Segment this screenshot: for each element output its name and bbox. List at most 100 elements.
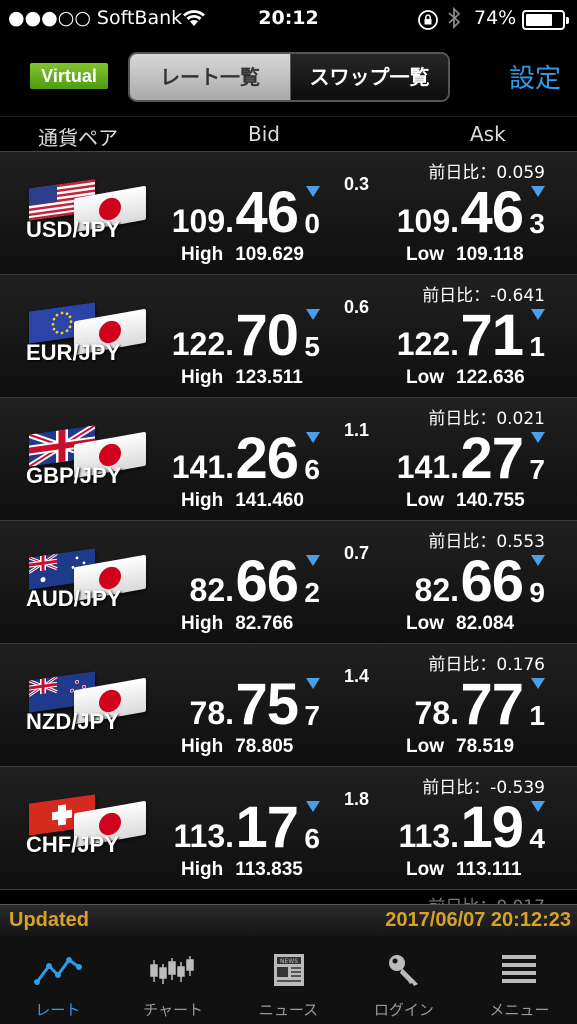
low-label: Low bbox=[406, 736, 444, 757]
rate-row[interactable]: CHF/JPY 1.8 前日比：-0.539 113. 17 6 113. 19 4 High 11… bbox=[0, 767, 577, 890]
low-label: Low bbox=[406, 490, 444, 511]
high-label: High bbox=[181, 367, 224, 388]
tab-chart[interactable]: チャート bbox=[115, 936, 230, 1024]
tab-menu[interactable]: メニュー bbox=[462, 936, 577, 1024]
bid-price-prefix: 109. bbox=[171, 203, 234, 239]
spread-value: 1.4 bbox=[344, 666, 370, 686]
down-arrow-icon bbox=[531, 309, 545, 320]
bid-price[interactable]: 109. 46 0 bbox=[150, 180, 320, 245]
down-arrow-icon bbox=[306, 555, 320, 566]
pair-label: AUD/JPY bbox=[26, 586, 122, 611]
bid-price-last-digit: 5 bbox=[304, 331, 320, 362]
ask-price[interactable]: 113. 19 4 bbox=[375, 795, 545, 860]
pair-label: USD/JPY bbox=[26, 217, 121, 242]
ask-price[interactable]: 82. 66 9 bbox=[375, 549, 545, 614]
ask-price-last-digit: 1 bbox=[529, 700, 545, 731]
spread-value: 0.6 bbox=[344, 297, 370, 317]
bid-price-main: 46 bbox=[235, 180, 299, 245]
ask-price-prefix: 122. bbox=[396, 326, 459, 362]
bid-price-prefix: 82. bbox=[189, 572, 234, 608]
down-arrow-icon bbox=[531, 186, 545, 197]
down-arrow-icon bbox=[306, 678, 320, 689]
rate-row[interactable]: GBP/JPY 1.1 前日比：0.021 141. 26 6 141. 27 7 High 141… bbox=[0, 398, 577, 521]
high-value: High 123.511 bbox=[181, 367, 303, 389]
tab-swap-list[interactable]: スワップ一覧 bbox=[290, 54, 448, 100]
prev-day-change: 前日比：0.017 bbox=[428, 892, 545, 904]
tab-login[interactable]: ログイン bbox=[346, 936, 461, 1024]
tab-chart-label: チャート bbox=[143, 1001, 204, 1019]
bid-price-main: 26 bbox=[235, 426, 299, 491]
pair-label: EUR/JPY bbox=[26, 340, 121, 365]
candlestick-icon bbox=[115, 950, 230, 990]
high-label: High bbox=[181, 736, 224, 757]
high-label: High bbox=[181, 613, 224, 634]
status-bar: ●●●○○ SoftBank 20:12 74% bbox=[0, 0, 577, 40]
ask-price-prefix: 141. bbox=[396, 449, 459, 485]
bid-price[interactable]: 122. 70 5 bbox=[150, 303, 320, 368]
low-number: 82.084 bbox=[456, 613, 515, 634]
bid-price-main: 17 bbox=[235, 795, 299, 860]
bid-price[interactable]: 82. 66 2 bbox=[150, 549, 320, 614]
low-number: 78.519 bbox=[456, 736, 515, 757]
rate-row[interactable]: EUR/JPY 0.6 前日比：-0.641 122. 70 5 122. 71 1 High 12… bbox=[0, 275, 577, 398]
high-number: 123.511 bbox=[235, 367, 303, 388]
rate-row[interactable]: AUD/JPY 0.7 前日比：0.553 82. 66 2 82. 66 9 High 82.76… bbox=[0, 521, 577, 644]
ask-price-prefix: 82. bbox=[414, 572, 459, 608]
bid-price-main: 70 bbox=[235, 303, 299, 368]
bid-price-last-digit: 2 bbox=[304, 577, 320, 608]
bid-price-prefix: 113. bbox=[173, 818, 234, 854]
ask-price-main: 66 bbox=[460, 549, 524, 614]
column-bid: Bid bbox=[248, 122, 280, 146]
rate-row[interactable]: USD/JPY 0.3 前日比：0.059 109. 46 0 109. 46 3 High 109… bbox=[0, 152, 577, 275]
spread-value: 1.8 bbox=[344, 789, 370, 809]
ask-price[interactable]: 109. 46 3 bbox=[375, 180, 545, 245]
ask-price-prefix: 78. bbox=[414, 695, 459, 731]
bid-price[interactable]: 141. 26 6 bbox=[150, 426, 320, 491]
low-label: Low bbox=[406, 859, 444, 880]
low-value: Low 140.755 bbox=[406, 490, 525, 512]
tab-login-label: ログイン bbox=[373, 1001, 434, 1019]
down-arrow-icon bbox=[531, 432, 545, 443]
low-number: 140.755 bbox=[456, 490, 525, 511]
high-label: High bbox=[181, 859, 224, 880]
high-number: 78.805 bbox=[235, 736, 294, 757]
rate-row[interactable]: NZD/JPY 1.4 前日比：0.176 78. 75 7 78. 77 1 High 78.80… bbox=[0, 644, 577, 767]
bid-price-prefix: 141. bbox=[171, 449, 234, 485]
ask-price-last-digit: 4 bbox=[529, 823, 545, 854]
tab-news[interactable]: NEWS ニュース bbox=[231, 936, 346, 1024]
low-number: 113.111 bbox=[456, 859, 522, 880]
low-label: Low bbox=[406, 244, 444, 265]
battery-fill bbox=[526, 14, 552, 26]
partial-rate-row[interactable]: 前日比：0.017 bbox=[0, 890, 577, 904]
news-icon: NEWS bbox=[231, 950, 346, 990]
nav-header: Virtual レート一覧 スワップ一覧 設定 bbox=[0, 40, 577, 116]
ask-price[interactable]: 122. 71 1 bbox=[375, 303, 545, 368]
bid-price[interactable]: 78. 75 7 bbox=[150, 672, 320, 737]
tab-rate-label: レート bbox=[35, 1001, 81, 1019]
tab-news-label: ニュース bbox=[258, 1001, 319, 1019]
ask-price-prefix: 109. bbox=[396, 203, 459, 239]
bid-price-main: 66 bbox=[235, 549, 299, 614]
spread-value: 0.3 bbox=[344, 174, 370, 194]
ask-price-last-digit: 3 bbox=[529, 208, 545, 239]
column-ask: Ask bbox=[470, 122, 506, 146]
ask-price[interactable]: 141. 27 7 bbox=[375, 426, 545, 491]
ask-price-last-digit: 1 bbox=[529, 331, 545, 362]
rate-list: USD/JPY 0.3 前日比：0.059 109. 46 0 109. 46 3 High 109… bbox=[0, 152, 577, 904]
settings-button[interactable]: 設定 bbox=[509, 58, 561, 95]
tab-rate-list[interactable]: レート一覧 bbox=[130, 54, 290, 100]
high-label: High bbox=[181, 490, 224, 511]
low-value: Low 113.111 bbox=[406, 859, 522, 881]
high-value: High 109.629 bbox=[181, 244, 304, 266]
low-number: 122.636 bbox=[456, 367, 525, 388]
down-arrow-icon bbox=[306, 309, 320, 320]
tab-rate[interactable]: レート bbox=[0, 936, 115, 1024]
pair-label: CHF/JPY bbox=[26, 832, 119, 857]
virtual-badge: Virtual bbox=[30, 63, 108, 89]
low-value: Low 78.519 bbox=[406, 736, 514, 758]
bid-price-last-digit: 0 bbox=[304, 208, 320, 239]
tab-bar: レート チャート NEWS ニュース ログイン メニュー bbox=[0, 936, 577, 1024]
ask-price[interactable]: 78. 77 1 bbox=[375, 672, 545, 737]
high-value: High 82.766 bbox=[181, 613, 293, 635]
bid-price[interactable]: 113. 17 6 bbox=[150, 795, 320, 860]
